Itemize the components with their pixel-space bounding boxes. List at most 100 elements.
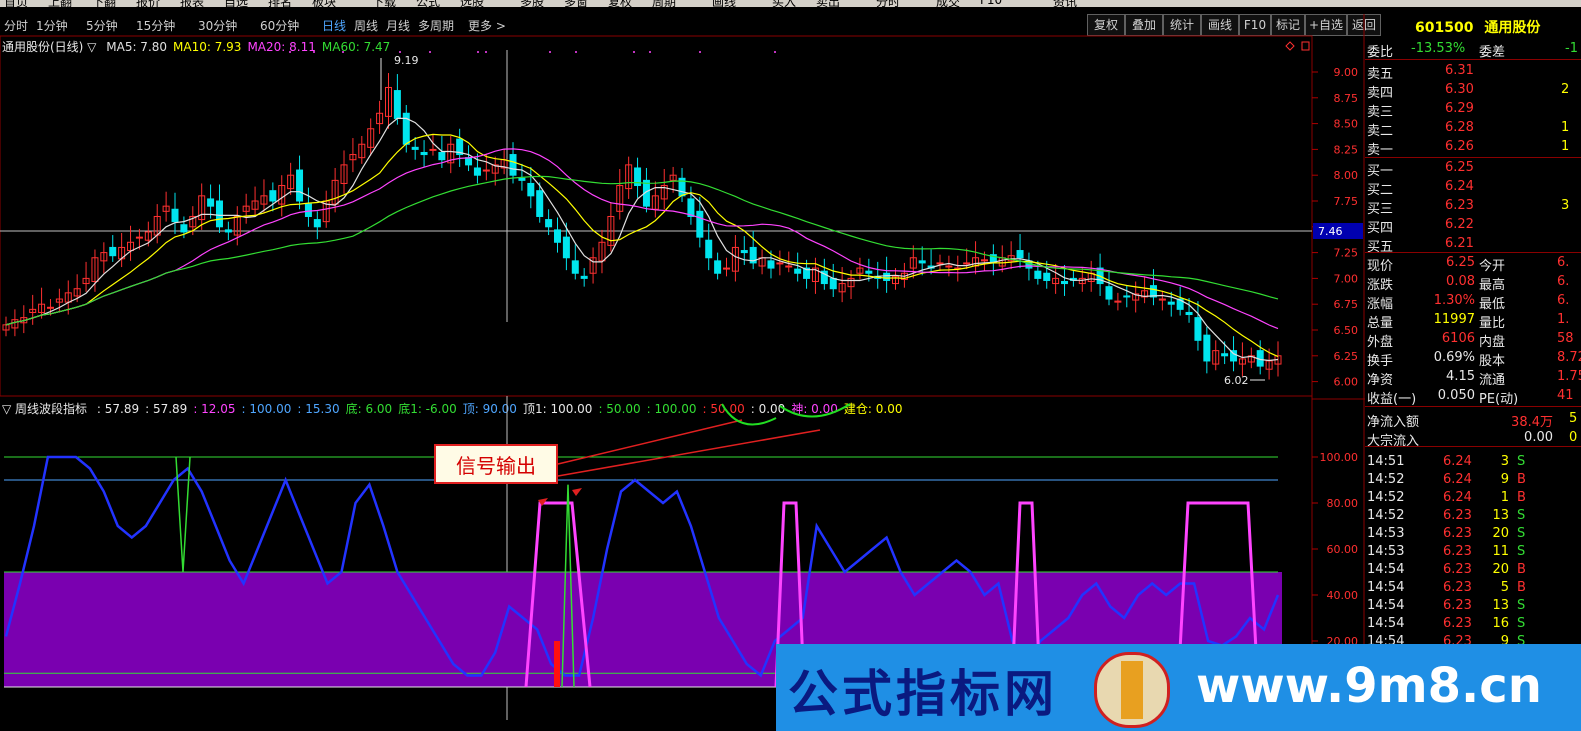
- stat-label: 流通: [1479, 373, 1506, 388]
- candle-body: [785, 265, 793, 268]
- y-tick-label: 7.75: [1334, 195, 1359, 208]
- watermark-site: www.9m8.cn: [1196, 658, 1542, 714]
- candle-body: [571, 260, 579, 274]
- candle-body: [1167, 301, 1175, 305]
- tick-price: 6.24: [1443, 472, 1472, 487]
- separator: [1365, 446, 1581, 447]
- stock-name: 通用股份: [1484, 20, 1541, 36]
- candle-body: [945, 265, 953, 268]
- stat-value: 11997: [1433, 312, 1475, 327]
- candle-body: [536, 190, 544, 217]
- flow-value: 38.4万: [1511, 415, 1553, 430]
- tick-volume: 13: [1492, 598, 1509, 613]
- stat-label: 净资: [1367, 373, 1394, 388]
- highlight-circle: [779, 403, 851, 418]
- candle-body: [723, 267, 731, 270]
- candle-body: [936, 262, 944, 265]
- candle-body: [473, 167, 481, 176]
- stat-label: 涨跌: [1367, 278, 1394, 293]
- ask-label: 卖一: [1367, 143, 1394, 158]
- candles: [2, 73, 1282, 380]
- bid-label: 买三: [1367, 202, 1394, 217]
- indicator-tick-label: 60.00: [1327, 543, 1359, 556]
- flow-value: 0.00: [1524, 430, 1553, 445]
- candle-body: [740, 250, 748, 254]
- y-tick-label: 8.75: [1334, 92, 1359, 105]
- tick-volume: 3: [1500, 454, 1509, 469]
- candle-body: [1061, 280, 1069, 285]
- candle-body: [313, 219, 321, 228]
- stat-value: 6.25: [1446, 255, 1475, 270]
- callout-arrow: [557, 429, 821, 477]
- ask-volume: 2: [1561, 82, 1570, 97]
- stat-value: 58: [1557, 331, 1574, 346]
- y-tick-label: 9.00: [1334, 66, 1359, 79]
- high-label: 9.19: [394, 54, 419, 67]
- tick-side: S: [1517, 598, 1526, 613]
- tick-price: 6.23: [1443, 562, 1472, 577]
- separator: [1365, 252, 1581, 253]
- candle-body: [1194, 317, 1202, 341]
- webi-row: 委比 -13.53% 委差 -1: [1367, 41, 1578, 60]
- tick-time: 14:52: [1367, 472, 1405, 487]
- tick-price: 6.23: [1443, 598, 1472, 613]
- price-chart[interactable]: 9.008.758.508.258.007.757.507.257.006.75…: [0, 0, 1365, 731]
- event-dot: [429, 51, 431, 53]
- event-dot: [485, 51, 487, 53]
- indicator-tick-label: 100.00: [1320, 451, 1359, 464]
- diamond-icon[interactable]: [1285, 41, 1295, 51]
- candle-body: [705, 239, 713, 259]
- bid-label: 买一: [1367, 164, 1394, 179]
- candle-body: [1123, 295, 1131, 298]
- stat-value: 0.69%: [1433, 350, 1475, 365]
- ask-price: 6.31: [1445, 63, 1474, 78]
- quote-panel: 601500 通用股份 委比 -13.53% 委差 -1 卖五 6.31 卖四 6.3…: [1365, 14, 1581, 731]
- stat-value: 1.30%: [1433, 293, 1475, 308]
- candle-body: [829, 277, 837, 290]
- stat-value: 1.75: [1557, 369, 1581, 384]
- watermark-banner: 公式指标网 www.9m8.cn: [776, 644, 1581, 731]
- flow-label: 净流入额: [1367, 415, 1420, 430]
- candle-body: [527, 182, 535, 197]
- bid-price: 6.25: [1445, 160, 1474, 175]
- restore-icon[interactable]: [1301, 41, 1310, 51]
- y-tick-label: 7.25: [1334, 247, 1359, 260]
- candle-body: [545, 219, 553, 228]
- stat-value: 6.: [1557, 274, 1570, 289]
- stat-value: 6.: [1557, 293, 1570, 308]
- stat-value: 6.: [1557, 255, 1570, 270]
- tick-volume: 16: [1492, 616, 1509, 631]
- tick-price: 6.24: [1443, 490, 1472, 505]
- y-tick-label: 6.50: [1334, 324, 1359, 337]
- event-dot: [342, 51, 344, 53]
- candle-body: [1221, 353, 1229, 357]
- stat-label: 收益(一): [1367, 392, 1417, 407]
- watermark-title: 公式指标网: [788, 665, 1058, 723]
- webi-label: 委比: [1367, 45, 1394, 60]
- tick-volume: 20: [1492, 526, 1509, 541]
- tick-side: B: [1517, 472, 1526, 487]
- y-tick-label: 6.25: [1334, 350, 1359, 363]
- tick-volume: 1: [1500, 490, 1509, 505]
- tick-volume: 11: [1492, 544, 1509, 559]
- candle-body: [1185, 311, 1193, 316]
- ask-price: 6.28: [1445, 120, 1474, 135]
- stat-label: 换手: [1367, 354, 1394, 369]
- tick-price: 6.23: [1443, 580, 1472, 595]
- candle-body: [580, 275, 588, 279]
- separator: [1365, 406, 1581, 407]
- candle-body: [776, 262, 784, 265]
- y-tick-label: 6.75: [1334, 298, 1359, 311]
- signal-bar: [554, 641, 560, 687]
- bid-label: 买二: [1367, 183, 1394, 198]
- watermark-logo-icon: [1094, 652, 1170, 728]
- tick-price: 6.23: [1443, 526, 1472, 541]
- ask-label: 卖二: [1367, 124, 1394, 139]
- tick-side: B: [1517, 490, 1526, 505]
- candle-body: [1203, 334, 1211, 362]
- stat-value: 1.: [1557, 312, 1570, 327]
- ma20-line: [5, 148, 1279, 330]
- tick-side: B: [1517, 562, 1526, 577]
- ma60-line: [5, 175, 1279, 326]
- tick-side: S: [1517, 526, 1526, 541]
